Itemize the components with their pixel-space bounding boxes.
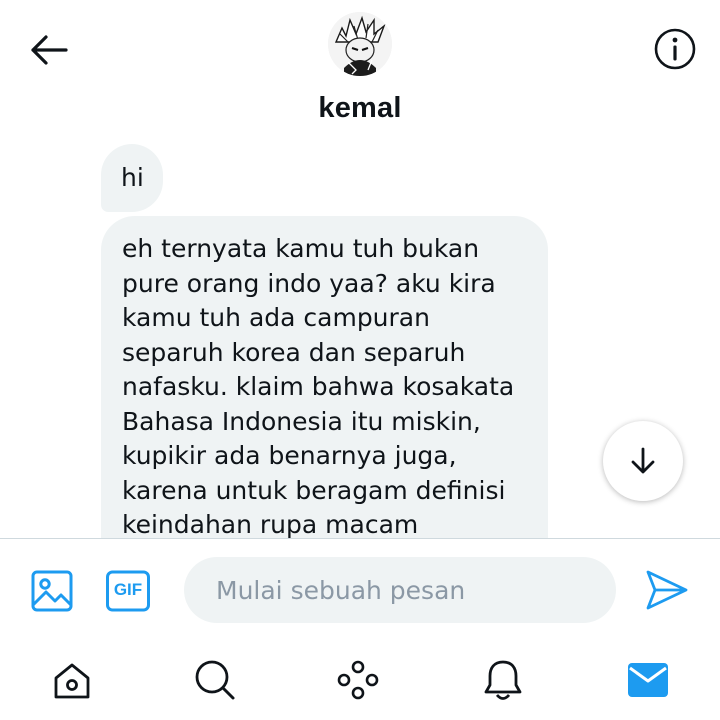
nav-notifications[interactable]	[479, 656, 527, 704]
message-bubble[interactable]: hi	[101, 144, 163, 212]
arrow-left-icon	[31, 35, 68, 65]
mail-icon	[628, 663, 668, 697]
add-media-button[interactable]	[30, 569, 74, 613]
gif-label: GIF	[113, 580, 143, 599]
message-input[interactable]	[184, 557, 616, 623]
conversation-header: kemal	[0, 0, 720, 140]
send-button[interactable]	[644, 567, 690, 613]
send-icon	[646, 570, 688, 610]
image-icon	[31, 570, 73, 612]
back-button[interactable]	[26, 28, 70, 72]
nav-search[interactable]	[191, 656, 239, 704]
bell-icon	[484, 660, 522, 700]
avatar[interactable]	[328, 12, 392, 76]
info-icon	[654, 28, 696, 70]
search-icon	[195, 660, 235, 700]
bottom-navigation	[0, 640, 720, 720]
info-button[interactable]	[652, 26, 698, 72]
message-composer: GIF	[0, 539, 720, 639]
nav-home[interactable]	[48, 656, 96, 704]
contact-name[interactable]: kemal	[0, 92, 720, 125]
avatar-image	[328, 12, 392, 76]
message-bubble[interactable]: eh ternyata kamu tuh bukan pure orang in…	[101, 216, 548, 538]
nav-messages[interactable]	[624, 656, 672, 704]
arrow-down-icon	[631, 447, 655, 474]
scroll-to-bottom-button[interactable]	[603, 421, 683, 501]
add-gif-button[interactable]: GIF	[105, 569, 151, 613]
spaces-icon	[337, 660, 379, 700]
home-icon	[54, 663, 90, 699]
message-text: hi	[121, 163, 144, 192]
message-list[interactable]: hi eh ternyata kamu tuh bukan pure orang…	[0, 140, 720, 538]
nav-spaces[interactable]	[334, 656, 382, 704]
